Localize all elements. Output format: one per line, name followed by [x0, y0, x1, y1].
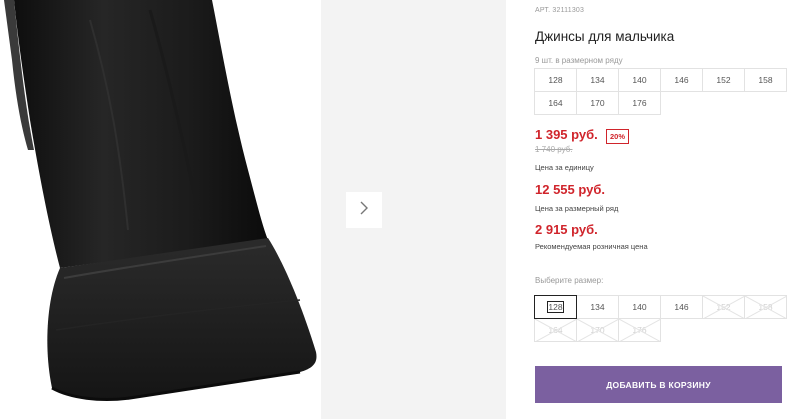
unit-price: 1 395 руб.	[535, 127, 598, 142]
size-option-label: 134	[590, 302, 605, 312]
pack-price: 12 555 руб.	[535, 182, 606, 197]
pack-size-cell: 128	[534, 68, 577, 92]
pack-price-label: Цена за размерный ряд	[535, 204, 619, 213]
product-title: Джинсы для мальчика	[535, 29, 675, 44]
gallery-next-button[interactable]	[346, 192, 382, 228]
pack-size-grid: 128 134 140 146 152 158 164 170 176	[534, 68, 787, 115]
pack-size-cell: 170	[576, 91, 619, 115]
pack-size-cell: 146	[660, 68, 703, 92]
retail-price: 2 915 руб.	[535, 222, 598, 237]
size-option-176: 176	[618, 318, 661, 342]
size-select-label: Выберите размер:	[535, 276, 604, 285]
unavailable-cross-icon	[577, 319, 618, 341]
unavailable-cross-icon	[535, 319, 576, 341]
discount-badge: 20%	[606, 129, 630, 144]
size-select-grid: 128 134 140 146 152 158 164 170 176	[534, 295, 787, 342]
size-option-label: 140	[632, 302, 647, 312]
pack-size-cell: 140	[618, 68, 661, 92]
size-option-128[interactable]: 128	[534, 295, 577, 319]
size-option-140[interactable]: 140	[618, 295, 661, 319]
pack-size-cell: 164	[534, 91, 577, 115]
size-option-134[interactable]: 134	[576, 295, 619, 319]
old-price: 1 740 руб.	[535, 145, 573, 154]
size-option-label: 146	[674, 302, 689, 312]
pack-size-cell: 152	[702, 68, 745, 92]
pack-note: 9 шт. в размерном ряду	[535, 56, 623, 65]
size-option-158: 158	[744, 295, 787, 319]
size-option-152: 152	[702, 295, 745, 319]
product-photo	[0, 0, 320, 419]
add-to-cart-button[interactable]: ДОБАВИТЬ В КОРЗИНУ	[535, 366, 782, 403]
size-option-label: 128	[547, 301, 564, 313]
unavailable-cross-icon	[703, 296, 744, 318]
retail-price-label: Рекомендуемая розничная цена	[535, 242, 648, 251]
jeans-image	[4, 0, 317, 401]
size-option-146[interactable]: 146	[660, 295, 703, 319]
size-option-164: 164	[534, 318, 577, 342]
pack-size-cell: 158	[744, 68, 787, 92]
unavailable-cross-icon	[619, 319, 660, 341]
unavailable-cross-icon	[745, 296, 786, 318]
unit-price-label: Цена за единицу	[535, 163, 594, 172]
product-sku: АРТ. 32111303	[535, 7, 585, 14]
pack-size-cell: 176	[618, 91, 661, 115]
chevron-right-icon	[358, 200, 370, 221]
size-option-170: 170	[576, 318, 619, 342]
pack-size-cell: 134	[576, 68, 619, 92]
